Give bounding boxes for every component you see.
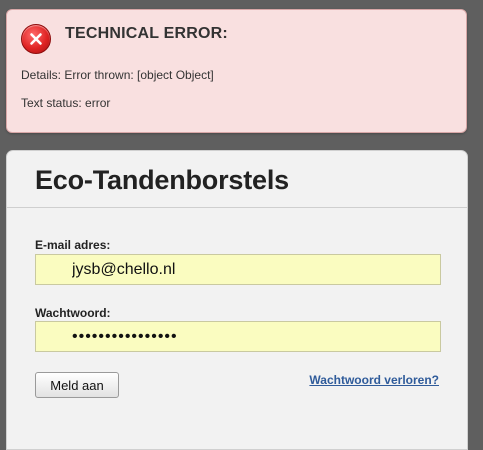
login-card: Eco-Tandenborstels E-mail adres: Wachtwo… xyxy=(6,150,468,450)
error-title: TECHNICAL ERROR: xyxy=(65,25,228,42)
error-details: Details: Error thrown: [object Object] xyxy=(21,68,214,82)
error-status: Text status: error xyxy=(21,96,111,110)
page-title: Eco-Tandenborstels xyxy=(35,165,289,195)
error-panel: TECHNICAL ERROR: Details: Error thrown: … xyxy=(6,9,467,133)
email-field[interactable] xyxy=(35,254,441,285)
email-label: E-mail adres: xyxy=(35,238,111,252)
forgot-password-link[interactable]: Wachtwoord verloren? xyxy=(309,373,439,387)
login-button[interactable]: Meld aan xyxy=(35,372,119,398)
error-icon xyxy=(21,24,51,54)
password-field[interactable] xyxy=(35,321,441,352)
password-label: Wachtwoord: xyxy=(35,306,111,320)
card-header: Eco-Tandenborstels xyxy=(7,151,467,208)
